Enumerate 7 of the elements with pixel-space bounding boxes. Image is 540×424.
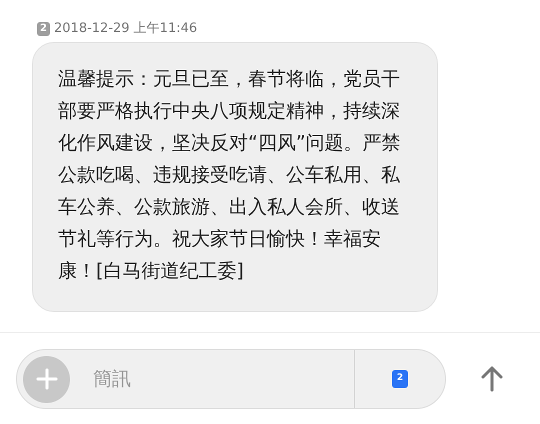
- message-input[interactable]: 簡訊 2: [16, 349, 446, 409]
- arrow-up-icon: [481, 366, 503, 392]
- message-text: 温馨提示：元旦已至，春节将临，党员干部要严格执行中央八项规定精神，持续深化作风建设，坚决反对“四风”问题。严禁公款吃喝、违规接受吃请、公车私用、私车公养、公款旅游、出入私人会所、收送节礼等行为。祝大家节日愉快！幸福安康！[白马街道纪工委]: [58, 67, 402, 284]
- message-timestamp: 2018-12-29 上午11:46: [54, 20, 198, 38]
- plus-icon: [36, 368, 58, 390]
- sim-icon[interactable]: 2: [392, 370, 408, 388]
- sim-badge: 2: [37, 22, 50, 36]
